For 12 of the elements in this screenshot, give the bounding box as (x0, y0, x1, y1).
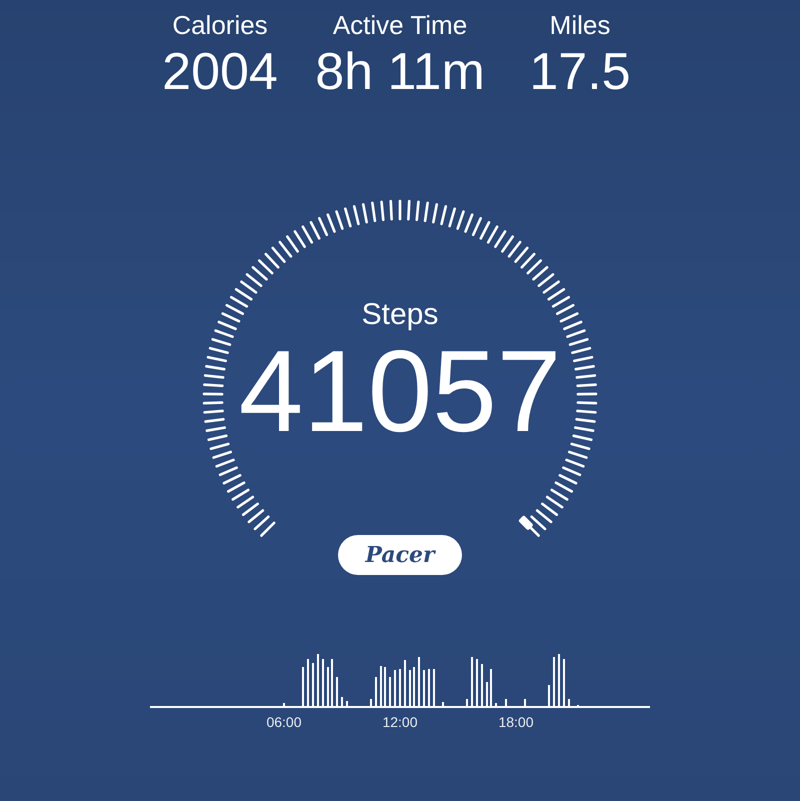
steps-value: 41057 (238, 333, 562, 449)
steps-label: Steps (362, 297, 438, 333)
stat-label: Active Time (332, 9, 468, 42)
logo: Pacer (338, 535, 462, 575)
stat-label: Calories (172, 9, 268, 42)
axis-tick-label: 06:00 (265, 713, 303, 731)
stat-label: Miles (550, 9, 610, 42)
stat-value: 17.5 (529, 42, 631, 102)
axis-tick-label: 12:00 (381, 713, 419, 731)
axis-tick-label: 18:00 (497, 713, 535, 731)
stat-value: 2004 (162, 42, 278, 102)
stat-value: 8h 11m (315, 42, 485, 102)
